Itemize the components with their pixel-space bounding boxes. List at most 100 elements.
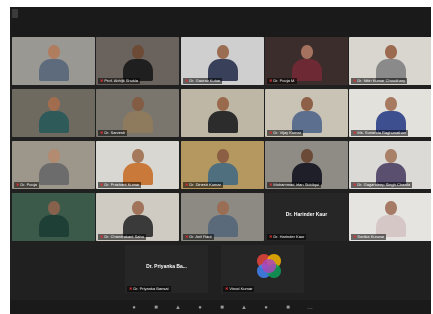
participant-nameplate: ✖Dr. Priyanka Bansal: [127, 286, 171, 292]
profile-logo-icon: [257, 254, 281, 278]
participant-name: Dr. Chandrakant Sahu: [104, 234, 144, 239]
participant-video: [122, 97, 153, 133]
meeting-toolbar: ● ■ ▲ ● ■ ▲ ● ■ …: [10, 300, 431, 314]
participant-name: Dr. Pooja M.: [273, 78, 296, 83]
participant-head: [131, 201, 144, 215]
participant-nameplate: ✖Prof. Abhijit Shukla: [98, 78, 140, 84]
muted-mic-icon: ✖: [100, 78, 104, 83]
logo-blob: [262, 259, 276, 273]
participant-name: Dr. Priyanka Bansal: [133, 286, 169, 291]
participant-tile[interactable]: ✖Ms. Sunanda Raghunathan: [349, 89, 431, 137]
participant-head: [384, 45, 397, 59]
participant-tile[interactable]: ✖Sonika Kunwar: [349, 193, 431, 241]
participant-name: Dr. Harinder Kaur: [273, 234, 305, 239]
more-icon[interactable]: …: [306, 305, 314, 312]
muted-mic-icon: ✖: [269, 78, 273, 83]
view-toggle-button[interactable]: [12, 9, 18, 18]
participant-tile[interactable]: ✖Dr. Gagandeep Singh Chawla: [349, 141, 431, 189]
participant-body: [38, 163, 69, 185]
video-icon[interactable]: ■: [152, 305, 160, 312]
participant-tile[interactable]: ✖Dr. Chandrakant Sahu: [96, 193, 179, 241]
participant-nameplate: ✖Dr. Gagandeep Singh Chawla: [351, 182, 413, 188]
participant-nameplate: ✖Vinod Kumar: [223, 286, 255, 292]
participant-head: [131, 149, 144, 163]
participant-tile[interactable]: ✖Mohammad Irfan Siddiqui: [265, 141, 348, 189]
participant-body: [38, 111, 69, 133]
participant-tile[interactable]: ✖Prof. Abhijit Shukla: [96, 37, 179, 85]
participant-nameplate: ✖Dr. Pooja: [14, 182, 39, 188]
participant-tile[interactable]: ✖Dr. Pooja: [12, 141, 95, 189]
participant-name: Dr. Gaurav Kuhar: [189, 78, 221, 83]
participant-head: [131, 97, 144, 111]
muted-mic-icon: ✖: [353, 78, 357, 83]
participant-video: [38, 97, 69, 133]
participant-tile[interactable]: ✖Vinod Kumar: [221, 245, 304, 293]
muted-mic-icon: ✖: [353, 182, 357, 187]
participant-tile[interactable]: ✖Dr. Pooja M.: [265, 37, 348, 85]
participant-nameplate: ✖Dr. Anil Raut: [183, 234, 214, 240]
reactions-icon[interactable]: ■: [284, 305, 292, 312]
participant-tile[interactable]: ✖Dr. Nitin Kumar Choudhary: [349, 37, 431, 85]
meeting-window: ✖Prof. Abhijit Shukla ✖Dr. Gaurav Kuhar ✖D…: [10, 7, 431, 314]
muted-mic-icon: ✖: [129, 286, 133, 291]
mic-icon[interactable]: ●: [130, 305, 138, 312]
participant-nameplate: ✖Dr. Gaurav Kuhar: [183, 78, 223, 84]
participant-tile[interactable]: Dr. Priyanka Ba... ✖Dr. Priyanka Bansal: [125, 245, 208, 293]
participant-name: Dr. Nitin Kumar Choudhary: [357, 78, 406, 83]
muted-mic-icon: ✖: [16, 182, 20, 187]
participant-center-name: Dr. Harinder Kaur: [285, 212, 328, 218]
participant-head: [384, 201, 397, 215]
participant-head: [384, 149, 397, 163]
participant-tile[interactable]: ✖Dr. Dinesh Kumar: [181, 141, 264, 189]
participant-tile[interactable]: [12, 37, 95, 85]
participant-nameplate: ✖Mohammad Irfan Siddiqui: [267, 182, 321, 188]
participant-nameplate: ✖Dr. Dinesh Kumar: [183, 182, 223, 188]
participant-video: [207, 201, 238, 237]
share-screen-icon[interactable]: ▲: [240, 305, 248, 312]
participant-tile[interactable]: ✖Dr. Anil Raut: [181, 193, 264, 241]
participant-name: Dr. Prashant Kumar: [104, 182, 140, 187]
muted-mic-icon: ✖: [353, 234, 357, 239]
participant-tile[interactable]: ✖Dr. Prashant Kumar: [96, 141, 179, 189]
participant-video: [375, 201, 406, 237]
participant-name: Vinod Kumar: [229, 286, 253, 291]
participant-video: [38, 201, 69, 237]
participant-tile[interactable]: ✖Dr. Vijay Kumar: [265, 89, 348, 137]
participant-video: [38, 45, 69, 81]
security-icon[interactable]: ▲: [174, 305, 182, 312]
participant-nameplate: ✖Dr. Harinder Kaur: [267, 234, 307, 240]
participant-tile[interactable]: Dr. Harinder Kaur ✖Dr. Harinder Kaur: [265, 193, 348, 241]
participant-body: [207, 111, 238, 133]
participant-tile[interactable]: [181, 89, 264, 137]
participant-head: [300, 97, 313, 111]
participant-head: [384, 97, 397, 111]
participant-video: [291, 45, 322, 81]
participant-video: [122, 45, 153, 81]
muted-mic-icon: ✖: [185, 182, 189, 187]
participant-head: [216, 149, 229, 163]
participant-tile[interactable]: ✖Dr. Sarvesh: [96, 89, 179, 137]
record-icon[interactable]: ●: [262, 305, 270, 312]
muted-mic-icon: ✖: [100, 130, 104, 135]
participant-video: [375, 45, 406, 81]
participant-tile[interactable]: ✖Dr. Gaurav Kuhar: [181, 37, 264, 85]
participant-video: [122, 149, 153, 185]
chat-icon[interactable]: ■: [218, 305, 226, 312]
participant-name: Dr. Pooja: [20, 182, 37, 187]
participant-video: [122, 201, 153, 237]
participant-name: Dr. Sarvesh: [104, 130, 126, 135]
participant-nameplate: ✖Dr. Prashant Kumar: [98, 182, 142, 188]
participant-name: Dr. Vijay Kumar: [273, 130, 302, 135]
participant-tile[interactable]: [12, 89, 95, 137]
participant-head: [47, 149, 60, 163]
participant-nameplate: ✖Dr. Pooja M.: [267, 78, 298, 84]
muted-mic-icon: ✖: [185, 78, 189, 83]
participant-video: [375, 97, 406, 133]
muted-mic-icon: ✖: [100, 182, 104, 187]
participant-nameplate: ✖Dr. Chandrakant Sahu: [98, 234, 146, 240]
participants-icon[interactable]: ●: [196, 305, 204, 312]
participant-video: [375, 149, 406, 185]
participant-head: [216, 201, 229, 215]
participant-tile[interactable]: [12, 193, 95, 241]
muted-mic-icon: ✖: [225, 286, 229, 291]
